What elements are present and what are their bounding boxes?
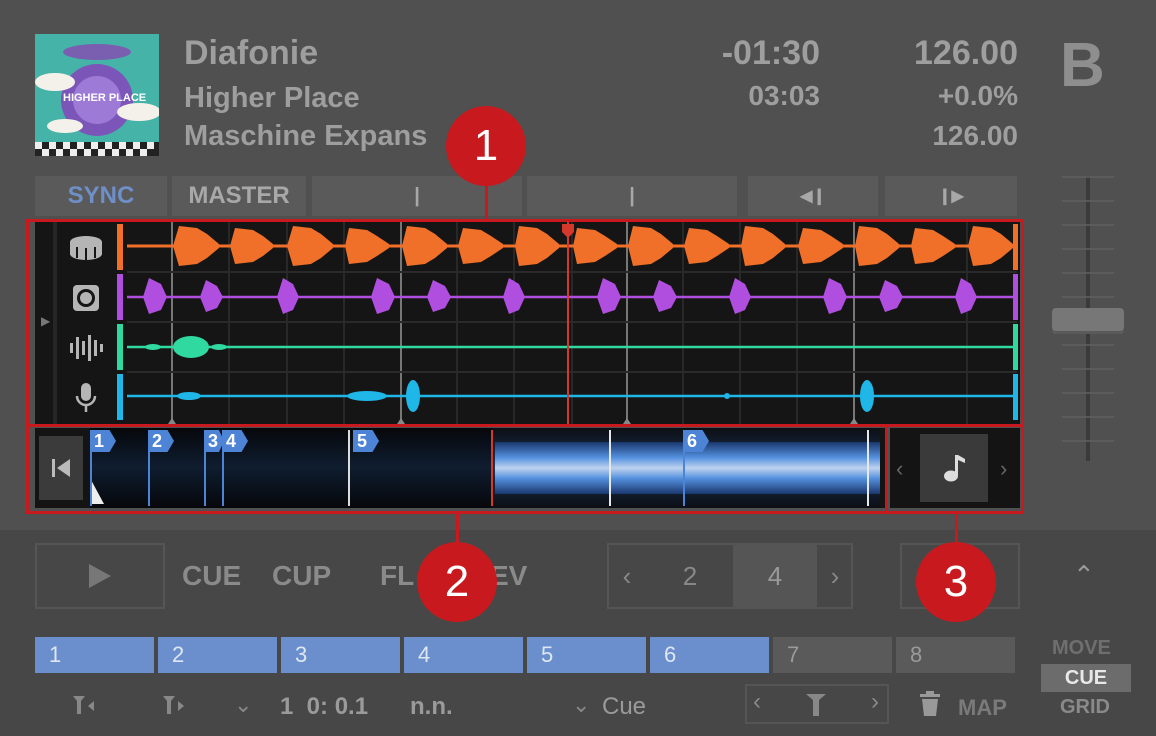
- play-icon: [89, 564, 111, 588]
- cue-next-icon[interactable]: [160, 692, 186, 723]
- hotcue-2[interactable]: 2: [158, 637, 277, 673]
- callout-line-3: [955, 512, 958, 542]
- fader-handle[interactable]: [1052, 308, 1124, 334]
- hotcue-1[interactable]: 1: [35, 637, 154, 673]
- grid-mode-label[interactable]: GRID: [1060, 696, 1110, 719]
- cue-marker-icon: [805, 692, 827, 723]
- cup-button[interactable]: CUP: [272, 560, 331, 592]
- track-title: Diafonie: [184, 34, 319, 72]
- cue-name: n.n.: [410, 693, 453, 720]
- callout-frame-overview: [26, 424, 888, 514]
- loop-next-button[interactable]: ›: [817, 545, 853, 607]
- album-artwork: HIGHER PLACE: [35, 34, 159, 156]
- cue-type-select[interactable]: Cue: [602, 693, 646, 721]
- flux-button[interactable]: FL: [380, 560, 414, 592]
- loop-size-left[interactable]: 2: [647, 545, 733, 607]
- chevron-up-icon[interactable]: ⌃: [1073, 560, 1095, 591]
- time-total: 03:03: [748, 80, 820, 111]
- play-button[interactable]: [35, 543, 165, 609]
- track-album: Maschine Expans: [184, 120, 428, 152]
- tempo-fader[interactable]: [1052, 176, 1124, 466]
- map-button[interactable]: MAP: [958, 695, 1007, 721]
- hotcue-5[interactable]: 5: [527, 637, 646, 673]
- loop-size-right[interactable]: 4: [733, 545, 817, 607]
- chevron-down-icon[interactable]: ⌄: [572, 692, 590, 718]
- trash-icon[interactable]: [918, 690, 942, 723]
- cue-prev-icon[interactable]: [70, 692, 96, 723]
- move-mode-label[interactable]: MOVE: [1052, 637, 1111, 660]
- cue-mode-button[interactable]: CUE: [1041, 664, 1131, 692]
- callout-badge-2: 2: [417, 542, 497, 622]
- beat-position: 1 0: 0.1: [280, 693, 369, 720]
- loop-prev-button[interactable]: ‹: [609, 545, 645, 607]
- callout-badge-3: 3: [916, 542, 996, 622]
- callout-frame-flavor: [885, 424, 1024, 514]
- cue-button[interactable]: CUE: [182, 560, 241, 592]
- artwork-title: HIGHER PLACE: [63, 92, 147, 104]
- hotcue-3[interactable]: 3: [281, 637, 400, 673]
- master-button[interactable]: MASTER: [172, 176, 306, 216]
- deck-letter: B: [1060, 31, 1105, 100]
- loop-size-control[interactable]: ‹ 2 4 ›: [607, 543, 853, 609]
- beatjump-forward-button[interactable]: ❙▶: [885, 176, 1017, 216]
- hotcue-6[interactable]: 6: [650, 637, 769, 673]
- hotcue-4[interactable]: 4: [404, 637, 523, 673]
- original-bpm: 126.00: [932, 120, 1018, 151]
- move-right-button[interactable]: ›: [871, 688, 879, 716]
- hotcue-8[interactable]: 8: [896, 637, 1015, 673]
- callout-line-2: [456, 512, 459, 542]
- sync-button[interactable]: SYNC: [35, 176, 167, 216]
- track-artist: Higher Place: [184, 82, 360, 114]
- chevron-down-icon[interactable]: ⌄: [234, 692, 252, 718]
- callout-badge-1: 1: [446, 106, 526, 186]
- hotcue-7[interactable]: 7: [773, 637, 892, 673]
- beatjump-right[interactable]: |: [527, 176, 737, 216]
- tempo-offset: +0.0%: [937, 80, 1018, 111]
- callout-line-1: [485, 186, 488, 220]
- bpm: 126.00: [914, 34, 1018, 72]
- beatjump-back-button[interactable]: ◀❙: [748, 176, 878, 216]
- cue-move-control[interactable]: ‹ ›: [745, 684, 889, 724]
- move-left-button[interactable]: ‹: [753, 688, 761, 716]
- time-remaining: -01:30: [721, 34, 820, 72]
- callout-frame-stems: [26, 219, 1024, 427]
